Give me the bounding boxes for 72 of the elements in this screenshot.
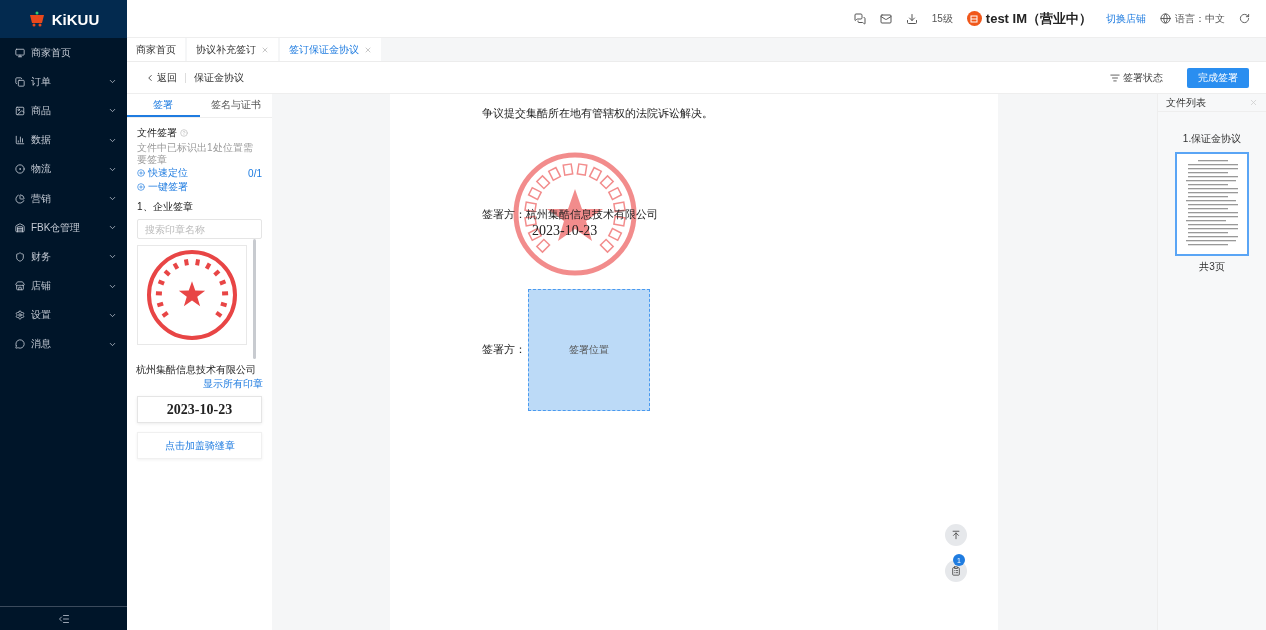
menu-icon: [15, 339, 25, 350]
sidebar-item[interactable]: 商家首页: [0, 38, 127, 68]
level-text: 15级: [931, 11, 953, 26]
riding-seal-button[interactable]: 点击加盖骑缝章: [137, 432, 262, 459]
back-button[interactable]: 返回: [145, 70, 177, 85]
sidebar-item[interactable]: 消息: [0, 329, 127, 360]
signer-name: 杭州集酷信息技术有限公司: [526, 207, 658, 222]
sign-date: 2023-10-23: [532, 223, 599, 239]
locate-icon: [137, 169, 145, 177]
page-count: 共3页: [1199, 260, 1225, 274]
hint-text: 文件中已标识出1处位置需要签章: [137, 142, 254, 166]
document-paragraph: 争议提交集酷所在地有管辖权的法院诉讼解决。: [482, 106, 714, 121]
date-field[interactable]: 2023-10-23: [137, 396, 262, 423]
sidebar-item[interactable]: 设置: [0, 300, 127, 330]
seal-name: 杭州集酷信息技术有限公司: [136, 363, 257, 377]
page-tab[interactable]: 签订保证金协议: [280, 38, 381, 61]
menu-icon: [15, 135, 25, 146]
list-icon: [1110, 72, 1120, 83]
menu-icon: [15, 281, 25, 292]
scrollbar[interactable]: [253, 239, 256, 359]
sidebar-item[interactable]: 商品: [0, 96, 127, 126]
show-all-seals-link[interactable]: 显示所有印章: [203, 377, 263, 391]
menu-icon: [15, 47, 25, 58]
signer-label: 签署方：: [482, 343, 526, 355]
file-list-title: 文件列表: [1166, 95, 1206, 110]
mail-icon[interactable]: [879, 12, 892, 25]
chevron-left-icon: [145, 72, 155, 83]
download-icon[interactable]: [905, 12, 918, 25]
progress-count: 0/1: [248, 167, 262, 179]
refresh-icon[interactable]: [1239, 13, 1250, 24]
language-selector[interactable]: 语言：中文: [1175, 11, 1225, 26]
basket-logo-icon: [27, 11, 46, 27]
file-name: 1.保证金协议: [1182, 132, 1242, 146]
menu-icon: [15, 105, 25, 116]
panel-tab[interactable]: 签署: [127, 94, 200, 117]
sidebar-item[interactable]: FBK仓管理: [0, 213, 127, 243]
one-click-sign-link[interactable]: 一键签署: [148, 180, 188, 194]
menu-icon: [15, 222, 25, 233]
sign-icon: [137, 183, 145, 191]
logo-text: KiKUU: [51, 10, 100, 28]
page-title: 保证金协议: [194, 70, 245, 85]
menu-icon: [15, 251, 25, 262]
menu-icon: [15, 164, 25, 175]
menu-icon: [15, 310, 25, 321]
seal-search-field[interactable]: 搜索印章名称: [137, 219, 262, 239]
shop-logo-icon: [966, 11, 982, 26]
sidebar-item[interactable]: 营销: [0, 183, 127, 214]
menu-icon: [15, 193, 25, 204]
globe-icon: [1160, 13, 1171, 24]
section-title: 文件签署: [137, 126, 177, 140]
panel-tab[interactable]: 签名与证书: [199, 94, 272, 117]
signer-label: 签署方：: [482, 207, 526, 222]
collapse-icon[interactable]: [57, 612, 70, 625]
sign-status-button[interactable]: 签署状态: [1104, 69, 1169, 86]
switch-shop-link[interactable]: 切换店铺: [1106, 11, 1146, 26]
chat-icon[interactable]: [853, 12, 866, 25]
menu-icon: [15, 76, 25, 87]
page-tab[interactable]: 协议补充签订: [187, 38, 278, 61]
page-thumbnail[interactable]: [1175, 152, 1249, 256]
sidebar-item[interactable]: 物流: [0, 154, 127, 184]
signature-slot[interactable]: 签署位置: [528, 289, 650, 411]
group-title: 1、企业签章: [137, 200, 194, 214]
seal-card[interactable]: [137, 245, 247, 345]
sidebar-item[interactable]: 店铺: [0, 271, 127, 301]
sidebar-item[interactable]: 财务: [0, 242, 127, 272]
clipboard-icon: [951, 566, 961, 576]
page-tab[interactable]: 商家首页: [127, 38, 185, 61]
shop-name: test IM（营业中）: [985, 9, 1092, 28]
quick-locate-link[interactable]: 快速定位: [148, 166, 188, 180]
arrow-up-icon: [951, 530, 961, 540]
sidebar-item[interactable]: 数据: [0, 125, 127, 155]
sidebar-item[interactable]: 订单: [0, 67, 127, 97]
